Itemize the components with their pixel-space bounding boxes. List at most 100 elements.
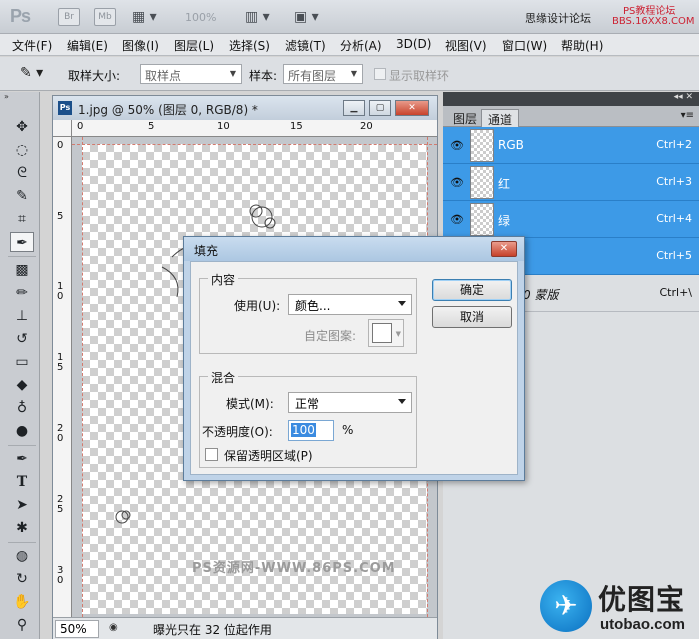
canvas-watermark: PS资源网-WWW.86PS.COM (192, 561, 396, 576)
dialog-close-button[interactable]: ✕ (491, 241, 517, 257)
menu-edit[interactable]: 编辑(E) (67, 37, 108, 54)
eye-icon[interactable]: 👁 (449, 139, 465, 152)
eyedropper-preset-icon[interactable]: ✎ ▾ (20, 64, 43, 82)
ruler-h-label: 0 (77, 121, 84, 132)
eyedropper-tool-icon[interactable]: ✒ (10, 232, 34, 252)
show-ring-checkbox[interactable] (374, 68, 386, 80)
custom-pattern-label: 自定图案: (304, 329, 357, 343)
healing-brush-tool-icon[interactable]: ▩ (10, 260, 34, 280)
3d-orbit-tool-icon[interactable]: ↻ (10, 569, 34, 589)
channel-row-green[interactable]: 👁 绿 Ctrl+4 (443, 201, 699, 238)
zoom-field[interactable]: 50% (55, 620, 99, 638)
ruler-origin[interactable] (53, 120, 72, 137)
crop-tool-icon[interactable]: ⌗ (10, 209, 34, 229)
utobao-logo: ✈ 优图宝 utobao.com (540, 576, 699, 639)
chevron-down-icon: ▼ (350, 69, 358, 78)
move-tool-icon[interactable]: ✥ (10, 117, 34, 137)
channel-shortcut: Ctrl+\ (659, 286, 693, 299)
sample-size-select[interactable]: 取样点 ▼ (140, 64, 242, 84)
menu-help[interactable]: 帮助(H) (561, 37, 603, 54)
opacity-input[interactable]: 100 (288, 420, 334, 441)
blur-tool-icon[interactable]: ♁ (10, 398, 34, 418)
preserve-transparency-checkbox[interactable] (205, 448, 218, 461)
eraser-tool-icon[interactable]: ▭ (10, 352, 34, 372)
contents-group: 内容 使用(U): 颜色... 自定图案: ▼ (199, 271, 417, 354)
channel-row-rgb[interactable]: 👁 RGB Ctrl+2 (443, 127, 699, 164)
screen-mode-icon[interactable]: ▣ ▾ (294, 8, 319, 26)
panel-header-strip: ◂◂ ✕ (443, 92, 699, 106)
tab-channels[interactable]: 通道 (481, 109, 520, 127)
shape-tool-icon[interactable]: ✱ (10, 518, 34, 538)
ruler-v-label: 2 0 (57, 423, 64, 444)
close-button[interactable]: ✕ (395, 100, 429, 116)
arrange-documents-icon[interactable]: ▥ ▾ (245, 8, 270, 26)
menu-image[interactable]: 图像(I) (122, 37, 159, 54)
tool-divider (8, 256, 36, 257)
preserve-transparency-label: 保留透明区域(P) (224, 449, 313, 463)
channel-name: RGB (498, 138, 524, 152)
path-selection-tool-icon[interactable]: ➤ (10, 495, 34, 515)
use-select[interactable]: 颜色... (288, 294, 412, 315)
dialog-titlebar[interactable]: 填充 ✕ (184, 237, 524, 261)
zoom-tool-icon[interactable]: ⚲ (10, 615, 34, 635)
vertical-ruler[interactable]: 0 5 1 0 1 5 2 0 2 5 3 0 (53, 137, 72, 617)
panel-collapse-icon[interactable]: ◂◂ ✕ (674, 92, 693, 102)
brush-tool-icon[interactable]: ✏ (10, 283, 34, 303)
app-titlebar: Ps Br Mb ▦ ▾ 100% ▥ ▾ ▣ ▾ 思缘设计论坛 PS教程论坛 … (0, 0, 699, 34)
guide-line[interactable] (72, 144, 437, 145)
bridge-button[interactable]: Br (58, 8, 80, 26)
collapse-icon[interactable]: » (4, 92, 9, 101)
minimize-button[interactable]: ▁ (343, 100, 365, 116)
use-label: 使用(U): (234, 299, 281, 313)
tab-layers[interactable]: 图层 (447, 109, 483, 127)
sample-size-value: 取样点 (145, 69, 182, 83)
sample-select[interactable]: 所有图层 ▼ (283, 64, 363, 84)
maximize-button[interactable]: ▢ (369, 100, 391, 116)
eye-icon[interactable]: 👁 (449, 213, 465, 226)
menu-select[interactable]: 选择(S) (229, 37, 270, 54)
menu-file[interactable]: 文件(F) (12, 37, 52, 54)
photoshop-document-icon: Ps (58, 101, 72, 115)
ruler-v-label: 2 5 (57, 494, 64, 515)
lasso-tool-icon[interactable]: ᘓ (10, 163, 34, 183)
pattern-swatch (372, 323, 392, 343)
horizontal-ruler[interactable]: 0 5 10 15 20 (72, 120, 437, 137)
tool-divider (8, 542, 36, 543)
eye-icon[interactable]: 👁 (449, 176, 465, 189)
guide-line[interactable] (82, 137, 83, 617)
cancel-button[interactable]: 取消 (432, 306, 512, 328)
menu-3d[interactable]: 3D(D) (396, 37, 431, 51)
ok-button[interactable]: 确定 (432, 279, 512, 301)
channel-shortcut: Ctrl+4 (656, 212, 692, 225)
status-menu-icon[interactable]: ◉ (109, 622, 118, 633)
channel-row-red[interactable]: 👁 红 Ctrl+3 (443, 164, 699, 201)
quick-select-tool-icon[interactable]: ✎ (10, 186, 34, 206)
mini-bridge-button[interactable]: Mb (94, 8, 116, 26)
marquee-tool-icon[interactable]: ◌ (10, 140, 34, 160)
menu-filter[interactable]: 滤镜(T) (285, 37, 326, 54)
zoom-level-select[interactable]: 100% (185, 11, 216, 24)
view-extras-icon[interactable]: ▦ ▾ (132, 8, 157, 26)
menu-layer[interactable]: 图层(L) (174, 37, 214, 54)
hand-tool-icon[interactable]: ✋ (10, 592, 34, 612)
mode-select[interactable]: 正常 (288, 392, 412, 413)
menu-window[interactable]: 窗口(W) (502, 37, 547, 54)
sample-value: 所有图层 (288, 69, 337, 83)
dodge-tool-icon[interactable]: ● (10, 421, 34, 441)
type-tool-icon[interactable]: T (10, 472, 34, 492)
blending-group-label: 混合 (208, 369, 239, 386)
blending-group: 混合 模式(M): 正常 不透明度(O): 100 % 保留透明区域(P) (199, 369, 417, 468)
document-titlebar[interactable]: Ps 1.jpg @ 50% (图层 0, RGB/8) * ▁ ▢ ✕ (53, 96, 437, 120)
channel-name: 红 (498, 177, 511, 191)
panel-menu-icon[interactable]: ▾≡ (681, 110, 694, 121)
3d-rotate-tool-icon[interactable]: ◍ (10, 546, 34, 566)
pen-tool-icon[interactable]: ✒ (10, 449, 34, 469)
fill-dialog: 填充 ✕ 内容 使用(U): 颜色... 自定图案: ▼ 混合 模式(M): 正… (183, 236, 525, 481)
menu-view[interactable]: 视图(V) (445, 37, 487, 54)
history-brush-tool-icon[interactable]: ↺ (10, 329, 34, 349)
paint-bucket-tool-icon[interactable]: ◆ (10, 375, 34, 395)
clone-stamp-tool-icon[interactable]: ⊥ (10, 306, 34, 326)
custom-pattern-picker: ▼ (368, 319, 404, 347)
channel-thumbnail (470, 166, 494, 199)
menu-analysis[interactable]: 分析(A) (340, 37, 382, 54)
